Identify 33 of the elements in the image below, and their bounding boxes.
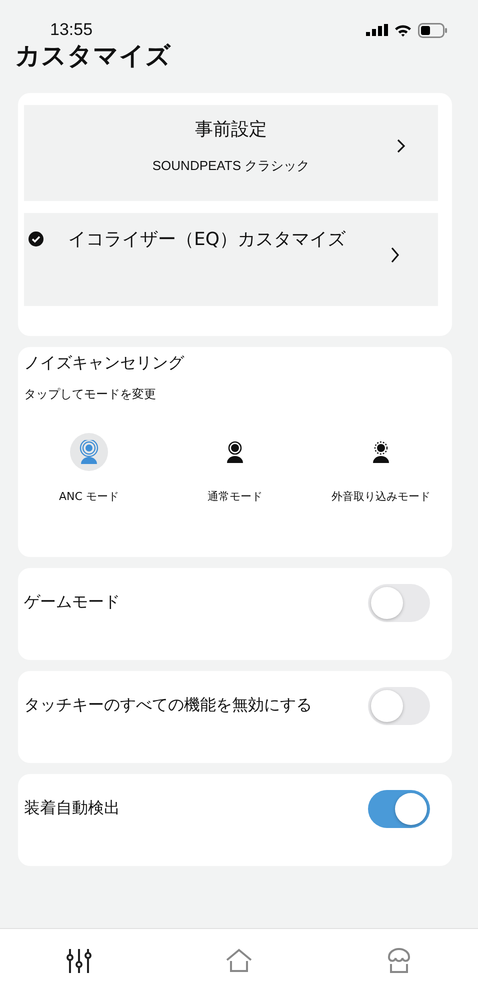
setting-label: 装着自動検出 <box>24 798 120 819</box>
preset-value: SOUNDPEATS クラシック <box>152 157 310 175</box>
preset-row[interactable]: 事前設定 SOUNDPEATS クラシック <box>24 105 438 201</box>
chevron-icon <box>396 138 406 154</box>
status-time: 13:55 <box>50 20 93 40</box>
mode-option[interactable]: 外音取り込みモード <box>316 433 446 504</box>
mode-option[interactable]: ANC モード <box>24 433 154 504</box>
preset-title: 事前設定 <box>195 118 267 141</box>
store-icon <box>386 947 412 975</box>
page-title: カスタマイズ <box>14 40 172 72</box>
signal-icon <box>366 24 388 36</box>
setting-label: ゲームモード <box>24 592 120 613</box>
battery-icon <box>418 22 448 38</box>
eq-label: イコライザー（EQ）カスタマイズ <box>68 228 346 251</box>
eq-row[interactable]: イコライザー（EQ）カスタマイズ <box>24 213 438 306</box>
home-icon <box>224 947 253 975</box>
section-hint: タップしてモードを変更 <box>24 386 157 403</box>
nav-tab[interactable] <box>66 947 92 975</box>
section-title: ノイズキャンセリング <box>24 353 186 374</box>
mode-label: 通常モード <box>208 489 262 504</box>
setting-label: タッチキーのすべての機能を無効にする <box>24 695 312 716</box>
mode-label: ANC モード <box>59 489 119 504</box>
toggle-switch[interactable] <box>368 790 430 828</box>
toggle-switch[interactable] <box>368 584 430 622</box>
wifi-icon <box>394 24 412 36</box>
mode-option[interactable]: 通常モード <box>170 433 300 504</box>
toggle-switch[interactable] <box>368 687 430 725</box>
chevron-icon <box>390 246 400 264</box>
person-icon <box>371 441 391 463</box>
person-icon <box>225 441 245 463</box>
person-waves-icon <box>78 440 100 464</box>
mode-label: 外音取り込みモード <box>332 489 430 504</box>
equalizer-icon <box>66 947 92 975</box>
